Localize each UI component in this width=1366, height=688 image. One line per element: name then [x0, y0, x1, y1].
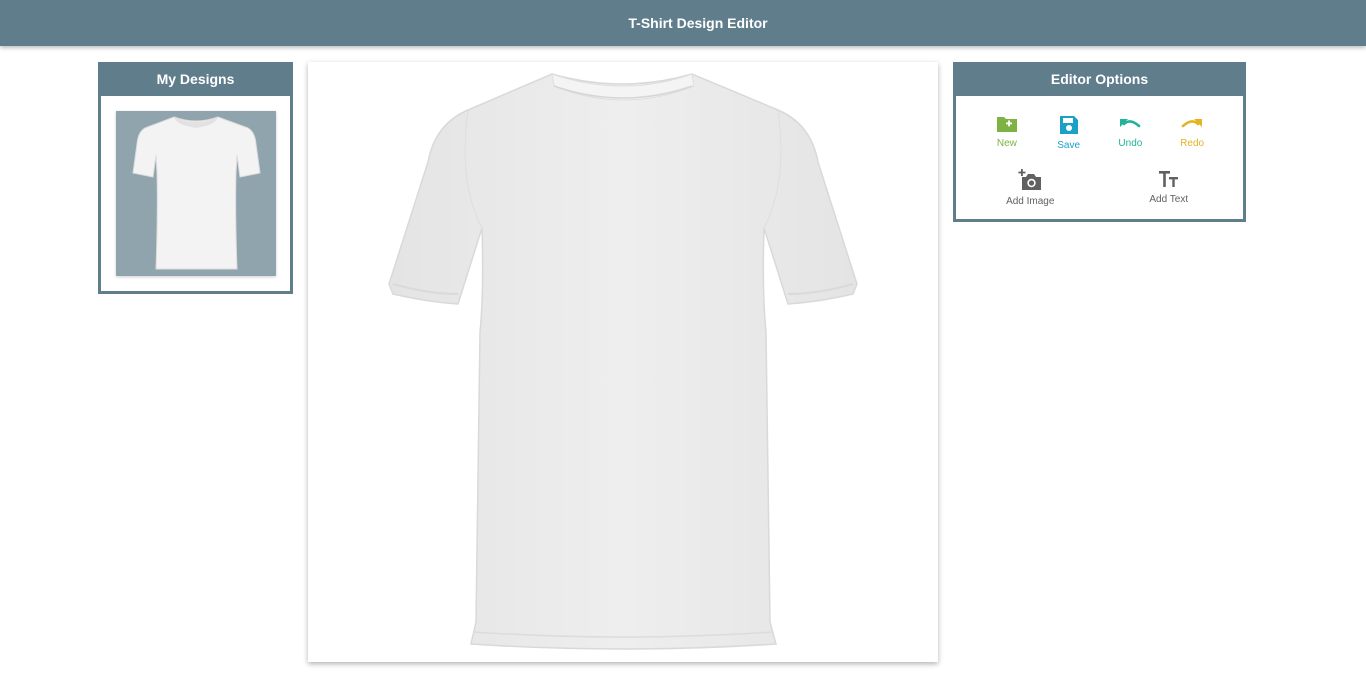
- design-thumbnail[interactable]: [116, 111, 276, 276]
- folder-plus-icon: [996, 117, 1017, 132]
- add-image-label: Add Image: [1006, 196, 1055, 207]
- my-designs-panel: My Designs: [98, 62, 293, 294]
- editor-options-row-2: Add Image Add Text: [956, 169, 1243, 207]
- redo-icon: [1181, 119, 1203, 128]
- save-button[interactable]: Save: [1041, 115, 1097, 151]
- design-canvas[interactable]: [308, 62, 938, 662]
- new-button[interactable]: New: [979, 115, 1035, 151]
- floppy-disk-icon: [1059, 116, 1078, 134]
- add-image-button[interactable]: Add Image: [985, 169, 1075, 207]
- undo-icon: [1120, 119, 1141, 128]
- text-size-icon: [1158, 171, 1178, 187]
- editor-options-row-1: New Save Undo Redo: [956, 115, 1243, 151]
- add-text-label: Add Text: [1149, 194, 1189, 205]
- editor-options-header: Editor Options: [956, 65, 1243, 96]
- redo-label: Redo: [1180, 138, 1205, 149]
- new-label: New: [996, 138, 1017, 149]
- undo-label: Undo: [1118, 138, 1143, 149]
- add-photo-icon: [1018, 169, 1042, 190]
- editor-options-panel: Editor Options New Save Undo Redo Add Im…: [953, 62, 1246, 222]
- undo-button[interactable]: Undo: [1102, 115, 1158, 151]
- app-title: T-Shirt Design Editor: [628, 15, 768, 31]
- tshirt-thumbnail-image: [132, 116, 261, 270]
- my-designs-header: My Designs: [101, 65, 290, 96]
- save-label: Save: [1057, 140, 1081, 151]
- tshirt-canvas-image: [388, 73, 858, 650]
- add-text-button[interactable]: Add Text: [1124, 169, 1214, 207]
- app-header: T-Shirt Design Editor: [0, 0, 1366, 46]
- redo-button[interactable]: Redo: [1164, 115, 1220, 151]
